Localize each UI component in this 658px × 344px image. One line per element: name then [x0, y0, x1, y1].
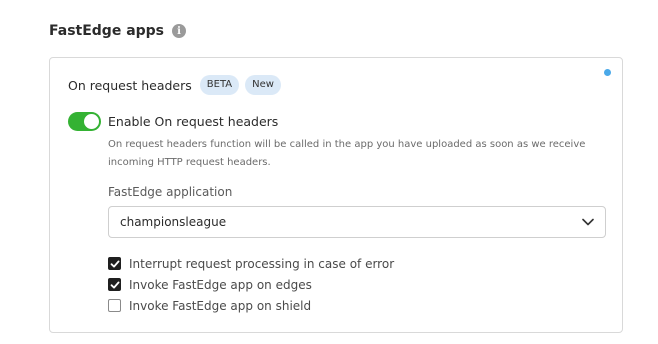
toggle-knob [84, 114, 99, 129]
option-invoke-on-shield[interactable]: Invoke FastEdge app on shield [108, 295, 394, 316]
description-text: On request headers function will be call… [108, 139, 586, 168]
beta-badge: BETA [199, 75, 240, 95]
status-dot [604, 69, 611, 76]
card-title: On request headers [68, 77, 192, 93]
option-invoke-on-edges[interactable]: Invoke FastEdge app on edges [108, 274, 394, 295]
options-list: Interrupt request processing in case of … [108, 253, 394, 316]
option-interrupt-on-error[interactable]: Interrupt request processing in case of … [108, 253, 394, 274]
enable-toggle-label[interactable]: Enable On request headers [108, 114, 278, 129]
enable-toggle[interactable] [68, 112, 101, 131]
application-label: FastEdge application [108, 185, 233, 199]
checkbox-invoke-on-edges[interactable] [108, 278, 121, 291]
checkbox-invoke-on-shield[interactable] [108, 299, 121, 312]
card-header: On request headers BETA New [68, 75, 281, 95]
option-label[interactable]: Invoke FastEdge app on edges [129, 278, 312, 292]
section-header: FastEdge apps i [49, 23, 187, 39]
section-title: FastEdge apps [49, 23, 165, 39]
enable-toggle-row: Enable On request headers [68, 112, 278, 131]
option-label[interactable]: Invoke FastEdge app on shield [129, 299, 311, 313]
on-request-headers-card: On request headers BETA New Enable On re… [49, 57, 623, 333]
application-select-value: championsleague [120, 215, 227, 229]
application-select[interactable]: championsleague [108, 206, 606, 238]
info-icon[interactable]: i [172, 24, 187, 38]
chevron-down-icon [582, 218, 594, 226]
checkmark-icon [110, 281, 119, 288]
checkmark-icon [110, 260, 119, 267]
option-label[interactable]: Interrupt request processing in case of … [129, 257, 394, 271]
checkbox-interrupt-on-error[interactable] [108, 257, 121, 270]
new-badge: New [245, 75, 281, 95]
